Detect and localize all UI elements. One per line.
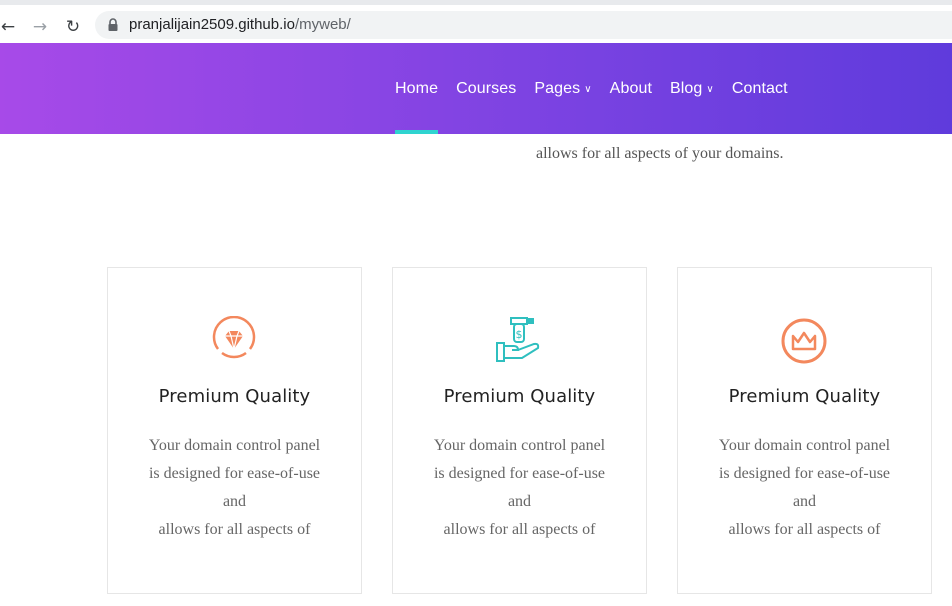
- feature-line: and: [792, 493, 817, 510]
- crown-icon: [781, 318, 827, 364]
- feature-line: and: [507, 493, 532, 510]
- feature-card: Premium Quality Your domain control pane…: [107, 267, 362, 594]
- main-nav: Home Courses Pages ∨ About Blog ∨ Contact: [395, 43, 806, 134]
- url-text[interactable]: pranjalijain2509.github.io/myweb/: [129, 16, 351, 33]
- site-header: Home Courses Pages ∨ About Blog ∨ Contact: [0, 43, 952, 134]
- feature-card: $ Premium Quality Your domain control pa…: [392, 267, 647, 594]
- feature-line: Your domain control panel: [148, 437, 321, 454]
- back-arrow-icon[interactable]: ←: [0, 15, 20, 39]
- feature-line: is designed for ease-of-use: [148, 465, 321, 482]
- feature-line: allows for all aspects of: [158, 521, 311, 538]
- feature-line: is designed for ease-of-use: [433, 465, 606, 482]
- nav-item-label: Home: [395, 79, 439, 97]
- nav-item-blog[interactable]: Blog ∨: [670, 43, 714, 134]
- hand-money-icon: $: [496, 317, 540, 362]
- nav-item-label: Contact: [731, 79, 788, 97]
- feature-line: Your domain control panel: [718, 437, 891, 454]
- nav-item-label: Blog: [669, 79, 703, 97]
- lock-icon: [108, 18, 118, 31]
- url-path: /myweb/: [294, 16, 351, 33]
- feature-line: allows for all aspects of: [443, 521, 596, 538]
- nav-item-home[interactable]: Home: [395, 43, 439, 134]
- nav-item-label: Pages: [534, 79, 581, 97]
- nav-item-label: Courses: [456, 79, 517, 97]
- address-bar[interactable]: pranjalijain2509.github.io/myweb/: [95, 11, 952, 39]
- feature-title: Premium Quality: [728, 386, 881, 407]
- feature-line: allows for all aspects of: [728, 521, 881, 538]
- nav-item-contact[interactable]: Contact: [732, 43, 788, 134]
- chevron-down-icon: ∨: [584, 84, 592, 95]
- intro-text: allows for all aspects of your domains.: [536, 145, 784, 162]
- feature-card: Premium Quality Your domain control pane…: [677, 267, 932, 594]
- nav-item-about[interactable]: About: [610, 43, 652, 134]
- feature-description: Your domain control panel is designed fo…: [108, 432, 361, 544]
- feature-line: is designed for ease-of-use: [718, 465, 891, 482]
- reload-icon[interactable]: ↻: [61, 15, 85, 39]
- chevron-down-icon: ∨: [706, 84, 714, 95]
- nav-item-pages[interactable]: Pages ∨: [534, 43, 591, 134]
- nav-item-label: About: [609, 79, 652, 97]
- feature-line: Your domain control panel: [433, 437, 606, 454]
- feature-description: Your domain control panel is designed fo…: [678, 432, 931, 544]
- feature-line: and: [222, 493, 247, 510]
- nav-item-courses[interactable]: Courses: [456, 43, 516, 134]
- diamond-icon: [212, 316, 256, 359]
- feature-title: Premium Quality: [158, 386, 311, 407]
- url-host: pranjalijain2509.github.io: [129, 16, 295, 33]
- forward-arrow-icon[interactable]: →: [28, 15, 52, 39]
- browser-toolbar: ← → ↻ pranjalijain2509.github.io/myweb/: [0, 0, 952, 43]
- feature-title: Premium Quality: [443, 386, 596, 407]
- svg-text:$: $: [516, 328, 523, 341]
- feature-description: Your domain control panel is designed fo…: [393, 432, 646, 544]
